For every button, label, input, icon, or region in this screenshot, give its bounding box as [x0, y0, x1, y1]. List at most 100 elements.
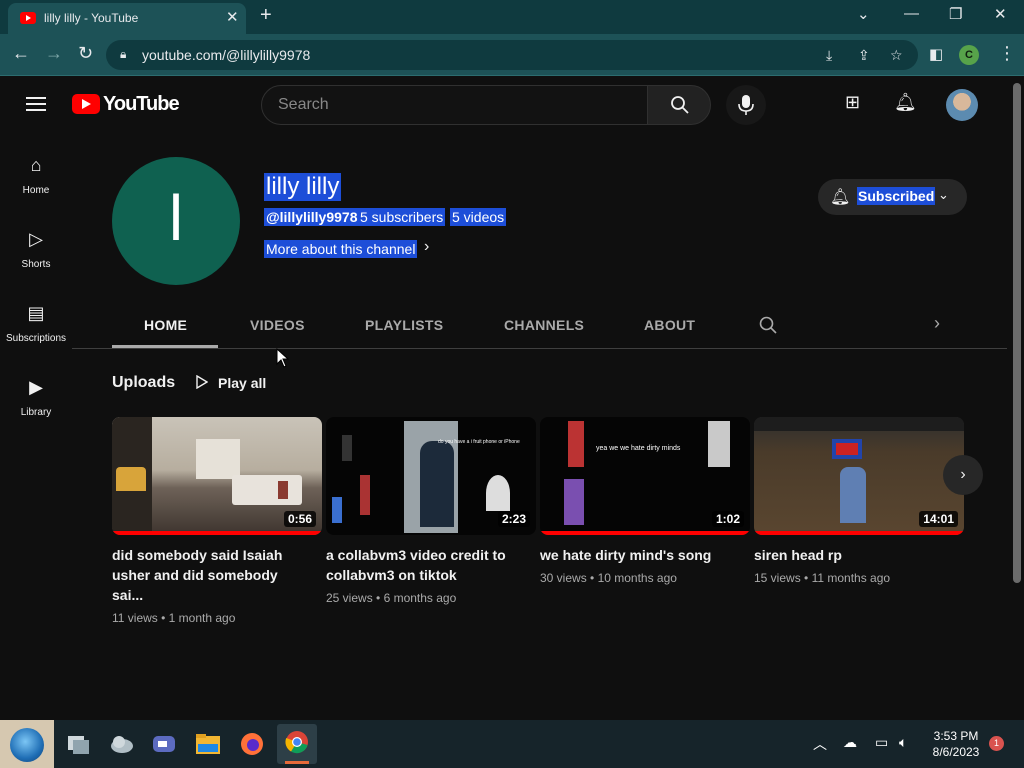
- side-panel-icon[interactable]: ◧: [929, 45, 943, 63]
- forward-arrow-icon[interactable]: →: [45, 43, 63, 64]
- windows-logo-icon: [10, 728, 44, 762]
- video-duration: 1:02: [711, 511, 744, 527]
- sidebar-item-shorts[interactable]: ▷ Shorts: [0, 229, 72, 270]
- minimize-icon[interactable]: —: [904, 5, 919, 22]
- tab-search-chevron-icon[interactable]: ⌄: [857, 5, 870, 23]
- sidebar-item-label: Shorts: [21, 259, 51, 270]
- more-about-channel-link[interactable]: More about this channel: [264, 240, 418, 258]
- thumbnail-overlay-text: do you have a i fruit phone or iPhone: [438, 439, 520, 445]
- search-box[interactable]: [261, 85, 648, 125]
- channel-avatar: l: [112, 157, 240, 285]
- cloud-app-icon[interactable]: [108, 730, 136, 758]
- video-title[interactable]: siren head rp: [754, 545, 952, 565]
- subscribed-button[interactable]: 🔔︎ Subscribed ⌄: [818, 179, 967, 215]
- chevron-down-icon: ⌄: [938, 187, 949, 202]
- notifications-bell-icon[interactable]: 🔔︎: [894, 92, 917, 113]
- system-clock[interactable]: 3:53 PM 8/6/2023: [925, 728, 987, 760]
- sidebar-item-label: Home: [22, 185, 50, 196]
- bookmark-star-icon[interactable]: ☆: [890, 47, 903, 64]
- chevron-right-icon[interactable]: ›: [424, 238, 429, 256]
- play-all-button[interactable]: Play all: [218, 375, 266, 391]
- tab-videos[interactable]: VIDEOS: [250, 317, 305, 333]
- search-button[interactable]: [647, 85, 711, 125]
- taskbar-chrome-button[interactable]: [277, 724, 317, 764]
- restore-icon[interactable]: ❐: [949, 5, 962, 23]
- task-view-icon[interactable]: [64, 730, 92, 758]
- new-tab-icon[interactable]: +: [260, 4, 272, 27]
- tab-home[interactable]: HOME: [144, 317, 187, 333]
- chrome-profile-avatar[interactable]: C: [959, 45, 979, 65]
- user-avatar[interactable]: [946, 89, 978, 121]
- search-input[interactable]: [278, 96, 628, 114]
- chrome-menu-icon[interactable]: ⋮: [998, 43, 1016, 64]
- youtube-logo-icon[interactable]: [72, 94, 100, 114]
- channel-search-icon[interactable]: [759, 316, 777, 334]
- network-icon[interactable]: ▭: [875, 734, 888, 751]
- create-video-icon[interactable]: ⊞: [845, 92, 860, 113]
- video-card[interactable]: 0:56 did somebody said Isaiah usher and …: [112, 417, 322, 625]
- channel-handle: @lillylilly9978: [264, 208, 360, 226]
- video-title[interactable]: did somebody said Isaiah usher and did s…: [112, 545, 310, 605]
- sidebar-item-label: Subscriptions: [5, 333, 67, 344]
- video-title[interactable]: we hate dirty mind's song: [540, 545, 738, 565]
- notification-bell-icon: 🔔︎: [830, 189, 851, 206]
- sidebar-item-label: Library: [20, 407, 52, 418]
- tab-playlists[interactable]: PLAYLISTS: [365, 317, 443, 333]
- library-icon: ▶︎: [29, 377, 43, 397]
- sidebar-item-home[interactable]: ⌂ Home: [0, 155, 72, 196]
- sidebar-item-subscriptions[interactable]: ▤ Subscriptions: [0, 303, 72, 344]
- video-card[interactable]: yea we we hate dirty minds 1:02 we hate …: [540, 417, 750, 585]
- tab-channels[interactable]: CHANNELS: [504, 317, 584, 333]
- lock-icon[interactable]: 🔒︎: [120, 47, 126, 62]
- subscribed-label: Subscribed: [857, 187, 936, 205]
- start-button[interactable]: [0, 720, 54, 768]
- play-all-icon[interactable]: [196, 375, 208, 389]
- volume-icon[interactable]: 🔈︎: [899, 734, 907, 751]
- uploads-heading[interactable]: Uploads: [112, 374, 175, 392]
- onedrive-offline-icon[interactable]: ☁︎: [843, 734, 857, 751]
- shelf-next-button[interactable]: ›: [943, 455, 983, 495]
- address-bar[interactable]: 🔒︎ youtube.com/@lillylilly9978 ⤓ ⇪ ☆: [106, 40, 918, 70]
- video-thumbnail[interactable]: 14:01: [754, 417, 964, 535]
- home-icon: ⌂: [30, 155, 42, 175]
- chevron-right-icon: ›: [960, 466, 966, 483]
- voice-search-button[interactable]: [726, 85, 766, 125]
- video-thumbnail[interactable]: yea we we hate dirty minds 1:02: [540, 417, 750, 535]
- tab-close-icon[interactable]: ✕: [226, 8, 239, 26]
- video-thumbnail[interactable]: do you have a i fruit phone or iPhone 2:…: [326, 417, 536, 535]
- sidebar-item-library[interactable]: ▶︎ Library: [0, 377, 72, 418]
- channel-avatar-letter: l: [168, 182, 184, 254]
- video-title[interactable]: a collabvm3 video credit to collabvm3 on…: [326, 545, 524, 585]
- firefox-icon[interactable]: [238, 730, 266, 758]
- video-card[interactable]: do you have a i fruit phone or iPhone 2:…: [326, 417, 536, 605]
- video-duration: 0:56: [283, 511, 316, 527]
- watched-progress-bar: [754, 531, 964, 535]
- window-close-icon[interactable]: ✕: [994, 5, 1007, 23]
- video-chat-app-icon[interactable]: [150, 730, 178, 758]
- browser-tab-youtube[interactable]: lilly lilly - YouTube ✕: [8, 3, 246, 34]
- video-thumbnail[interactable]: 0:56: [112, 417, 322, 535]
- address-url: youtube.com/@lillylilly9978: [142, 47, 311, 63]
- video-views: 11 views: [112, 611, 158, 625]
- video-age: 1 month ago: [168, 611, 236, 625]
- video-age: 11 months ago: [811, 571, 891, 585]
- share-icon[interactable]: ⇪: [858, 47, 870, 64]
- watched-progress-bar: [540, 531, 750, 535]
- show-hidden-icons-icon[interactable]: ︿: [813, 734, 827, 754]
- channel-name: lilly lilly: [264, 173, 342, 201]
- back-arrow-icon[interactable]: ←: [12, 43, 30, 64]
- reload-icon[interactable]: ↻: [78, 43, 93, 64]
- video-card[interactable]: 14:01 siren head rp 15 views • 11 months…: [754, 417, 964, 585]
- install-app-icon[interactable]: ⤓: [826, 47, 832, 64]
- active-app-underline: [285, 761, 309, 764]
- tabs-scroll-right-icon[interactable]: ›: [934, 313, 940, 334]
- channel-subscriber-count: 5 subscribers: [358, 208, 446, 226]
- hamburger-menu-icon[interactable]: [26, 97, 46, 111]
- video-views: 25 views: [326, 591, 373, 605]
- file-explorer-icon[interactable]: [194, 730, 222, 758]
- notification-badge[interactable]: 1: [989, 736, 1004, 751]
- youtube-logo-text[interactable]: YouTube: [103, 93, 180, 116]
- page-scrollbar[interactable]: [1013, 83, 1021, 583]
- video-meta: 30 views • 10 months ago: [540, 571, 677, 585]
- tab-about[interactable]: ABOUT: [644, 317, 695, 333]
